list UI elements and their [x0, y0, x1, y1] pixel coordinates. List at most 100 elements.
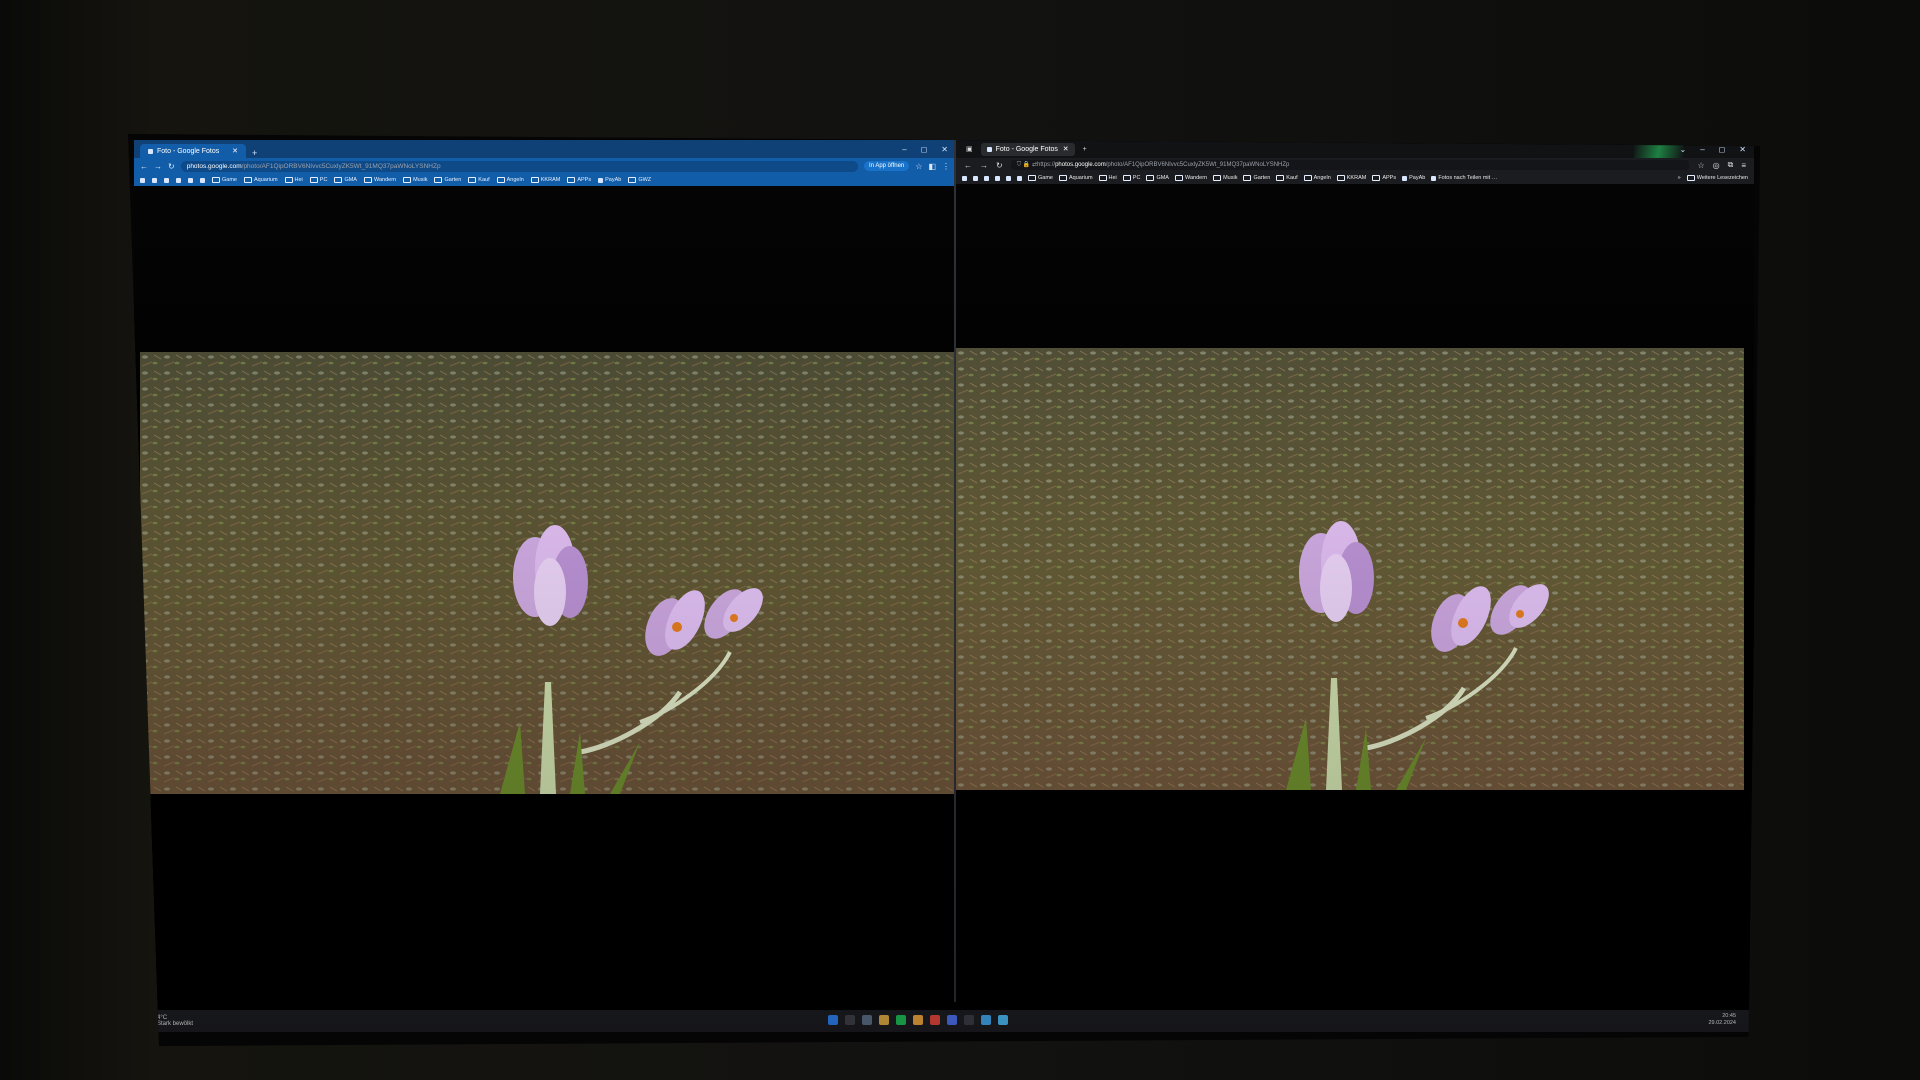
folder-icon: [363, 177, 372, 183]
bookmark-link[interactable]: Fotos nach Teilen mit …: [1431, 175, 1497, 181]
weather-desc: Stark bewölkt: [157, 1021, 194, 1027]
bookmark-favicon-icon[interactable]: [962, 175, 967, 181]
close-tab-icon[interactable]: ✕: [232, 147, 238, 155]
bookmark-folder[interactable]: Angeln: [496, 177, 524, 183]
reload-icon[interactable]: ↻: [996, 161, 1003, 170]
folder-icon: [1336, 175, 1345, 181]
menu-icon[interactable]: ⋮: [942, 162, 950, 171]
bookmark-folder[interactable]: KKRAM: [530, 177, 560, 183]
crocus-photo[interactable]: [140, 352, 956, 794]
folder-icon: [403, 177, 412, 183]
bookmark-folder[interactable]: PC: [309, 177, 327, 183]
open-in-app-button[interactable]: In App öffnen: [864, 161, 910, 171]
app-icon[interactable]: [964, 1015, 974, 1025]
bookmark-folder[interactable]: PC: [1122, 175, 1140, 181]
crocus-photo[interactable]: [956, 348, 1744, 790]
bookmark-folder[interactable]: Game: [1028, 175, 1053, 181]
folder-icon: [1243, 175, 1252, 181]
minimize-button[interactable]: –: [1700, 145, 1704, 154]
bookmark-favicon-icon[interactable]: [1017, 175, 1022, 181]
bookmark-favicon-icon[interactable]: [152, 177, 157, 183]
bookmark-star-icon[interactable]: ☆: [1697, 161, 1704, 170]
app-icon[interactable]: [981, 1015, 991, 1025]
bookmark-favicon-icon[interactable]: [1006, 175, 1011, 181]
bookmark-favicon-icon[interactable]: [176, 177, 181, 183]
bookmark-star-icon[interactable]: ☆: [915, 162, 922, 171]
new-tab-button[interactable]: +: [252, 148, 257, 158]
bookmark-folder[interactable]: GWZ: [628, 177, 651, 183]
url-path: /photo/AF1QipORBV6NIvvc5CuxlyZK5Wt_91MQ3…: [1105, 162, 1290, 168]
tab-google-photos[interactable]: Foto - Google Fotos ✕: [980, 142, 1075, 156]
bookmark-link[interactable]: PayAb: [598, 177, 621, 183]
firefox-icon[interactable]: [930, 1015, 940, 1025]
close-window-button[interactable]: ✕: [941, 145, 948, 154]
bookmark-favicon-icon[interactable]: [188, 177, 193, 183]
bookmark-folder[interactable]: GMA: [334, 177, 357, 183]
reload-icon[interactable]: ↻: [168, 162, 175, 171]
bookmark-favicon-icon[interactable]: [984, 175, 989, 181]
bookmark-folder[interactable]: Angeln: [1303, 175, 1331, 181]
bookmark-folder[interactable]: Hei: [1098, 175, 1117, 181]
tab-title: Foto - Google Fotos: [995, 145, 1058, 153]
task-view-icon[interactable]: [862, 1015, 872, 1025]
spotify-icon[interactable]: [896, 1015, 906, 1025]
bookmark-folder[interactable]: Wandern: [1174, 175, 1207, 181]
search-icon[interactable]: [845, 1015, 855, 1025]
file-explorer-icon[interactable]: [879, 1015, 889, 1025]
bookmark-folder[interactable]: Aquarium: [243, 177, 278, 183]
back-arrow-icon[interactable]: ←: [964, 161, 972, 170]
address-bar[interactable]: photos.google.com/photo/AF1QipORBV6NIvvc…: [180, 160, 858, 172]
start-menu-icon[interactable]: [828, 1015, 838, 1025]
tab-google-photos[interactable]: Foto - Google Fotos ✕: [140, 144, 246, 158]
tab-list-icon[interactable]: ▣: [966, 145, 973, 153]
close-window-button[interactable]: ✕: [1739, 145, 1746, 154]
chrome-icon[interactable]: [913, 1015, 923, 1025]
screen: Foto - Google Fotos ✕ + – ◻ ✕ ← → ↻ phot…: [134, 140, 1754, 1032]
bookmark-favicon-icon[interactable]: [995, 175, 1000, 181]
url-host: photos.google.com: [1055, 162, 1106, 168]
bookmark-folder[interactable]: Musik: [403, 177, 427, 183]
bookmark-folder[interactable]: Aquarium: [1058, 175, 1093, 181]
forward-arrow-icon[interactable]: →: [154, 162, 162, 171]
forward-arrow-icon[interactable]: →: [980, 161, 988, 170]
bookmarks-toolbar: Game Aquarium Hei PC GMA Wandern Musik G…: [956, 172, 1754, 184]
bookmark-favicon-icon[interactable]: [164, 177, 169, 183]
folder-icon: [284, 177, 293, 183]
chrome-toolbar: ← → ↻ photos.google.com/photo/AF1QipORBV…: [134, 158, 956, 174]
bookmark-folder[interactable]: APPs: [567, 177, 591, 183]
bookmark-favicon-icon[interactable]: [200, 177, 205, 183]
bookmark-folder[interactable]: Kauf: [1276, 175, 1298, 181]
pocket-icon[interactable]: ◎: [1713, 161, 1720, 170]
menu-icon[interactable]: ≡: [1741, 161, 1746, 170]
extensions-icon[interactable]: ◧: [928, 162, 936, 171]
app-icon[interactable]: [947, 1015, 957, 1025]
bookmark-folder[interactable]: APPs: [1372, 175, 1396, 181]
bookmark-folder[interactable]: GMA: [1146, 175, 1169, 181]
minimize-button[interactable]: –: [902, 145, 906, 154]
bookmarks-overflow-icon[interactable]: »: [1678, 175, 1681, 181]
bookmark-folder[interactable]: Kauf: [468, 177, 490, 183]
folder-icon: [1303, 175, 1312, 181]
bookmark-folder[interactable]: Garten: [434, 177, 461, 183]
bookmark-link[interactable]: PayAb: [1402, 175, 1425, 181]
maximize-button[interactable]: ◻: [921, 145, 928, 154]
close-tab-icon[interactable]: ✕: [1063, 145, 1069, 153]
folder-icon: [496, 177, 505, 183]
back-arrow-icon[interactable]: ←: [140, 162, 148, 171]
bookmark-folder[interactable]: Garten: [1243, 175, 1270, 181]
extensions-icon[interactable]: ⧉: [1728, 160, 1734, 170]
bookmark-folder[interactable]: Wandern: [363, 177, 396, 183]
new-tab-button[interactable]: +: [1083, 146, 1087, 153]
bookmark-folder[interactable]: Game: [212, 177, 237, 183]
bookmark-folder[interactable]: KKRAM: [1336, 175, 1366, 181]
system-clock[interactable]: 20:45 29.02.2024: [1708, 1013, 1736, 1027]
settings-gear-icon[interactable]: [998, 1015, 1008, 1025]
maximize-button[interactable]: ◻: [1719, 145, 1726, 154]
bookmark-folder[interactable]: Musik: [1213, 175, 1237, 181]
bookmark-favicon-icon[interactable]: [140, 177, 145, 183]
address-bar[interactable]: ⛉ 🔒 ⇄ https://photos.google.com/photo/AF…: [1010, 160, 1690, 170]
other-bookmarks[interactable]: Weitere Lesezeichen: [1686, 175, 1748, 181]
folder-icon: [243, 177, 252, 183]
bookmark-folder[interactable]: Hei: [284, 177, 303, 183]
bookmark-favicon-icon[interactable]: [973, 175, 978, 181]
